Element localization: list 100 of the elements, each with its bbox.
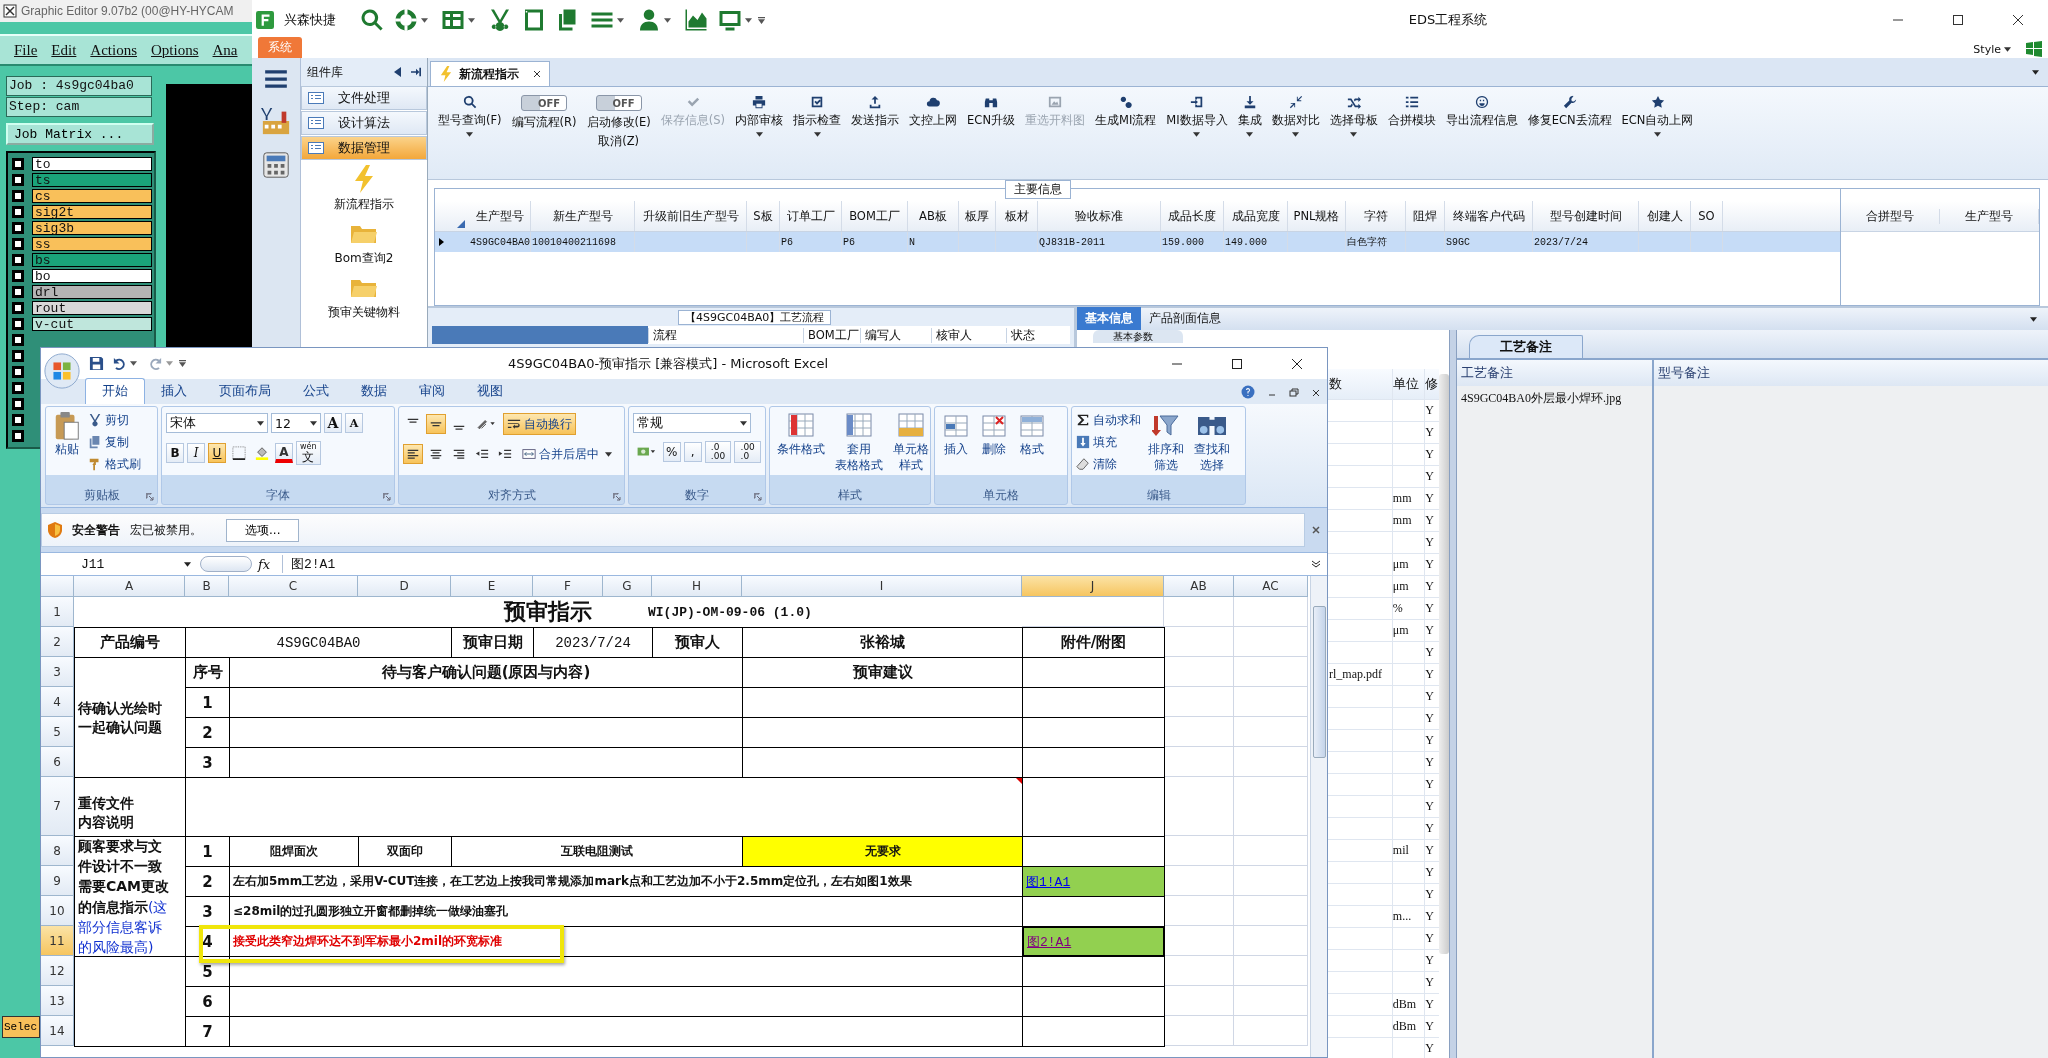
comma-button[interactable]: ,: [683, 442, 702, 462]
caret-icon[interactable]: [1654, 132, 1661, 137]
row-header[interactable]: 1: [41, 597, 74, 627]
customize-icon[interactable]: [179, 360, 186, 367]
font-style-button[interactable]: U: [208, 443, 226, 463]
phonetic-button[interactable]: wén 文: [296, 441, 321, 465]
undo-icon[interactable]: [112, 356, 127, 371]
toolbar-button[interactable]: 选择母板: [1329, 113, 1378, 128]
compress-icon[interactable]: [1288, 95, 1303, 109]
toggle-switch[interactable]: OFF: [521, 95, 568, 111]
decrease-decimal-button[interactable]: .00 .0: [734, 441, 761, 463]
number-format-field[interactable]: 常规: [633, 413, 751, 433]
options-button[interactable]: 选项...: [226, 518, 300, 542]
layer-checkbox[interactable]: [12, 190, 24, 202]
cells-button[interactable]: 删除: [977, 411, 1011, 482]
layer-name[interactable]: ss: [32, 237, 152, 251]
close-icon[interactable]: [2012, 14, 2024, 26]
caret-icon[interactable]: [257, 420, 264, 426]
caret-icon[interactable]: [2032, 69, 2039, 75]
column-header[interactable]: S板: [747, 201, 780, 231]
layer-checkbox[interactable]: [12, 398, 24, 410]
column-header[interactable]: G: [603, 576, 652, 597]
column-header[interactable]: 终端客户代码: [1445, 201, 1533, 231]
row-header[interactable]: 9: [41, 866, 74, 896]
splitter-handle[interactable]: [1449, 330, 1457, 1058]
row-header[interactable]: 8: [41, 836, 74, 866]
dialog-launcher-icon[interactable]: [146, 493, 154, 501]
font-name-field[interactable]: 宋体: [166, 413, 268, 433]
table-cell[interactable]: 图1!A1: [1022, 866, 1165, 897]
column-header[interactable]: 订单工厂: [780, 201, 842, 231]
lifebuoy-icon[interactable]: [394, 8, 418, 32]
layer-name[interactable]: v-cut: [32, 317, 152, 331]
toolbar-button[interactable]: ECN升级: [967, 113, 1015, 128]
shrink-font-button[interactable]: A: [345, 413, 363, 433]
horizontal-align-icon[interactable]: [403, 444, 423, 464]
customize-icon[interactable]: [758, 16, 765, 24]
layer-checkbox[interactable]: [12, 430, 24, 442]
search-icon[interactable]: [360, 8, 384, 32]
menu-item[interactable]: Edit: [51, 41, 77, 59]
tab[interactable]: 基本信息: [1077, 307, 1141, 330]
tab[interactable]: 产品剖面信息: [1141, 307, 1229, 330]
job-matrix-button[interactable]: Job Matrix ...: [6, 123, 154, 145]
tab[interactable]: 工艺备注: [1469, 335, 1583, 358]
layer-name[interactable]: bo: [32, 269, 152, 283]
toolbar-button[interactable]: 指示检查: [793, 113, 842, 128]
scrollbar[interactable]: [1439, 374, 1449, 954]
windows-icon[interactable]: [2026, 41, 2042, 57]
increase-decimal-button[interactable]: .0 .00: [704, 441, 732, 463]
font-style-button[interactable]: B: [166, 443, 184, 463]
toolbar-button[interactable]: 导出流程信息: [1445, 113, 1518, 128]
row-header[interactable]: 6: [41, 747, 74, 777]
download-icon[interactable]: [1242, 95, 1257, 109]
column-header[interactable]: 创建人: [1639, 201, 1691, 231]
sort-filter-button[interactable]: 排序和 筛选: [1145, 411, 1187, 482]
font-size-field[interactable]: 12: [271, 413, 321, 433]
tab-label[interactable]: 新流程指示: [459, 65, 519, 83]
grow-font-button[interactable]: A: [324, 413, 342, 433]
ribbon-tab[interactable]: 数据: [345, 379, 403, 404]
shuffle-icon[interactable]: [1346, 95, 1361, 109]
layer-checkbox[interactable]: [12, 286, 24, 298]
library-item[interactable]: 数据管理: [301, 136, 427, 160]
style-button[interactable]: 单元格 样式: [890, 411, 932, 482]
column-header[interactable]: BOM工厂: [803, 327, 860, 343]
select-button[interactable]: Selec: [2, 1016, 40, 1038]
collapse-icon[interactable]: [393, 67, 403, 77]
row-header[interactable]: 14: [41, 1016, 74, 1046]
toolbar-button[interactable]: 文控上网: [909, 113, 958, 128]
cut-button[interactable]: 剪切: [88, 411, 141, 429]
save-icon[interactable]: [89, 356, 104, 371]
toolbar-button[interactable]: MI数据导入: [1166, 113, 1228, 128]
font-style-button[interactable]: I: [187, 443, 205, 463]
column-header[interactable]: 数: [1329, 376, 1342, 391]
layer-checkbox[interactable]: [12, 382, 24, 394]
layer-checkbox[interactable]: [12, 318, 24, 330]
dialog-launcher-icon[interactable]: [383, 493, 391, 501]
menu-item[interactable]: Options: [151, 41, 199, 59]
style-button[interactable]: 套用 表格格式: [832, 411, 886, 482]
toolbar-button[interactable]: 内部审核: [735, 113, 784, 128]
layer-checkbox[interactable]: [12, 206, 24, 218]
grid-icon[interactable]: [441, 8, 465, 32]
caret-icon[interactable]: [310, 420, 317, 426]
close-icon[interactable]: [1291, 357, 1303, 370]
column-header[interactable]: 编写人: [860, 327, 931, 343]
area-chart-icon[interactable]: [684, 8, 708, 32]
column-header[interactable]: 工艺备注: [1457, 360, 1654, 386]
toggle-switch[interactable]: OFF: [595, 95, 642, 111]
layer-checkbox[interactable]: [12, 270, 24, 282]
column-header[interactable]: 成品宽度: [1224, 201, 1288, 231]
layer-checkbox[interactable]: [12, 302, 24, 314]
layer-checkbox[interactable]: [12, 254, 24, 266]
caret-icon[interactable]: [184, 561, 191, 567]
caret-icon[interactable]: [1246, 132, 1254, 137]
caret-icon[interactable]: [2030, 316, 2037, 322]
column-header[interactable]: 新生产型号: [531, 201, 635, 231]
layer-name[interactable]: cs: [32, 189, 152, 203]
ribbon-tab[interactable]: 公式: [287, 379, 345, 404]
column-header[interactable]: 状态: [1006, 327, 1051, 343]
caret-icon[interactable]: [1292, 132, 1300, 137]
formula-field[interactable]: 图2!A1: [282, 555, 1311, 573]
caret-icon[interactable]: [466, 132, 474, 137]
